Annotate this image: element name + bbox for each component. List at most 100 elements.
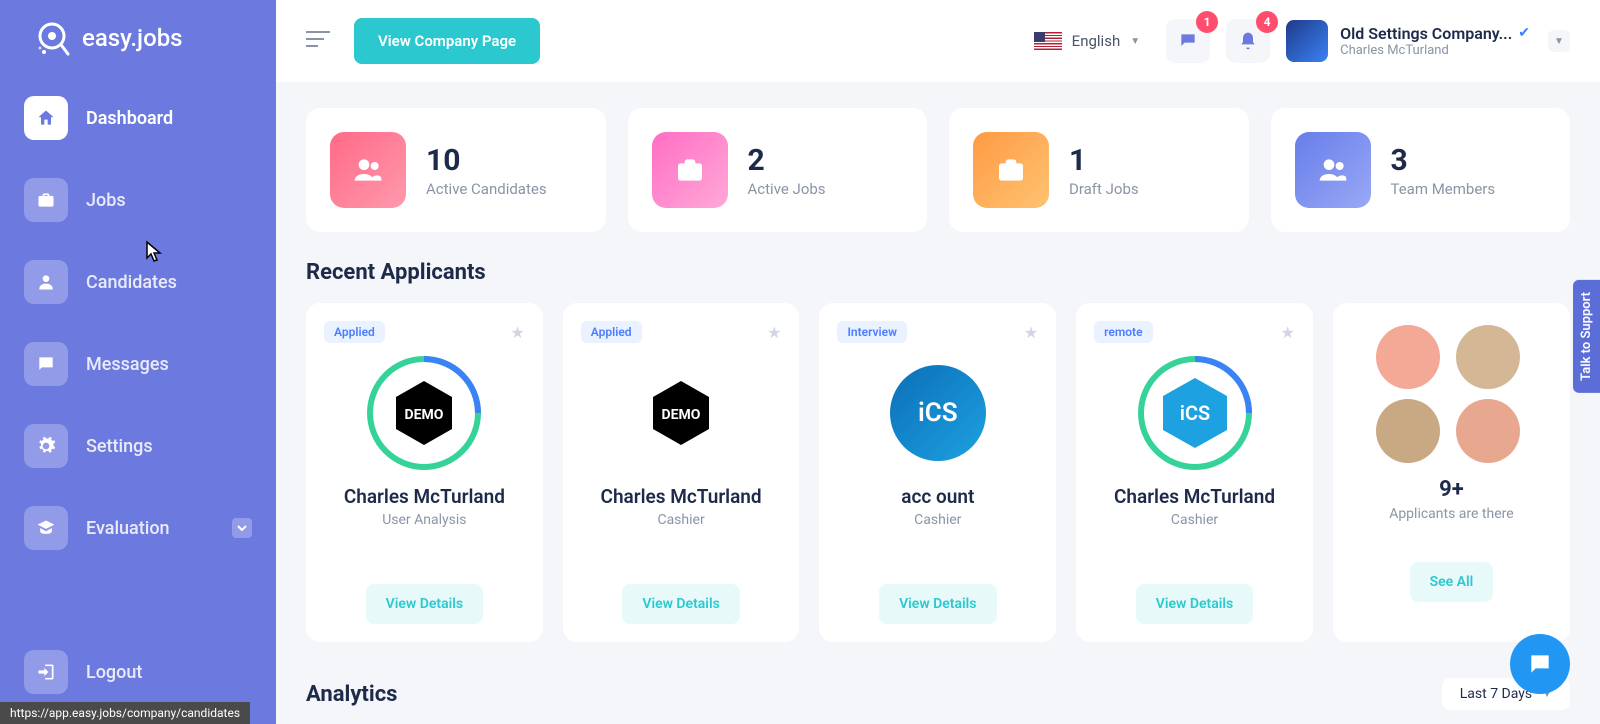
chat-bubble-icon [1527, 651, 1553, 677]
sidebar-item-jobs[interactable]: Jobs [24, 168, 252, 232]
applicant-card: Interview★ iCS acc ount Cashier View Det… [819, 303, 1056, 642]
svg-text:DEMO: DEMO [405, 407, 444, 423]
svg-text:DEMO: DEMO [662, 407, 701, 423]
applicant-card: remote★ iCS Charles McTurland Cashier Vi… [1076, 303, 1313, 642]
stat-value: 1 [1069, 143, 1139, 178]
applicant-role: Cashier [837, 512, 1038, 528]
sidebar-label: Settings [86, 436, 153, 457]
applicant-card: Applied★ DEMO Charles McTurland User Ana… [306, 303, 543, 642]
avatar-grid [1376, 325, 1526, 463]
sidebar-item-candidates[interactable]: Candidates [24, 250, 252, 314]
flag-icon [1034, 32, 1062, 50]
range-label: Last 7 Days [1460, 686, 1532, 702]
messages-badge: 1 [1196, 11, 1218, 33]
avatar: DEMO [366, 355, 482, 471]
status-badge: Applied [581, 321, 642, 343]
star-icon[interactable]: ★ [1281, 323, 1295, 342]
mini-avatar [1456, 325, 1520, 389]
chevron-down-icon [232, 518, 252, 538]
main: View Company Page English ▼ 1 4 Old Sett… [276, 0, 1600, 724]
sidebar-label: Jobs [86, 190, 126, 211]
chevron-down-icon: ▼ [1130, 36, 1140, 47]
analytics-title: Analytics [306, 682, 397, 707]
logo-text: easy.jobs [82, 24, 183, 52]
stat-label: Active Candidates [426, 180, 547, 198]
stats-row: 10 Active Candidates 2 Active Jobs 1 Draft … [306, 108, 1570, 232]
sidebar-item-logout[interactable]: Logout [24, 650, 142, 694]
notifications-badge: 4 [1256, 11, 1278, 33]
chat-widget[interactable] [1510, 634, 1570, 694]
avatar: DEMO [623, 355, 739, 471]
more-text: Applicants are there [1355, 506, 1548, 522]
menu-toggle[interactable] [306, 30, 330, 52]
support-tab[interactable]: Talk to Support [1573, 280, 1600, 393]
language-select[interactable]: English ▼ [1024, 26, 1150, 56]
content: 10 Active Candidates 2 Active Jobs 1 Draft … [276, 82, 1600, 724]
recent-applicants-title: Recent Applicants [306, 260, 1570, 285]
stat-team-members: 3 Team Members [1271, 108, 1571, 232]
logo[interactable]: easy.jobs [24, 20, 252, 56]
applicant-card: Applied★ DEMO Charles McTurland Cashier … [563, 303, 800, 642]
sidebar-item-messages[interactable]: Messages [24, 332, 252, 396]
chat-icon [24, 342, 68, 386]
view-company-button[interactable]: View Company Page [354, 18, 540, 64]
view-details-button[interactable]: View Details [366, 584, 483, 624]
star-icon[interactable]: ★ [510, 323, 524, 342]
stat-draft-jobs: 1 Draft Jobs [949, 108, 1249, 232]
avatar: iCS [1137, 355, 1253, 471]
star-icon[interactable]: ★ [767, 323, 781, 342]
sidebar-label: Dashboard [86, 108, 173, 129]
view-details-button[interactable]: View Details [879, 584, 996, 624]
sidebar: easy.jobs Dashboard Jobs Candidates Mess… [0, 0, 276, 724]
sidebar-item-settings[interactable]: Settings [24, 414, 252, 478]
svg-text:iCS: iCS [1179, 401, 1209, 425]
stat-label: Draft Jobs [1069, 180, 1139, 198]
applicant-role: Cashier [581, 512, 782, 528]
stat-active-candidates: 10 Active Candidates [306, 108, 606, 232]
mini-avatar [1456, 399, 1520, 463]
profile-menu[interactable]: Old Settings Company... ✔ Charles McTurl… [1286, 20, 1570, 62]
stat-value: 10 [426, 143, 547, 178]
sidebar-item-evaluation[interactable]: Evaluation [24, 496, 252, 560]
language-label: English [1072, 32, 1121, 50]
notifications-button[interactable]: 4 [1226, 19, 1270, 63]
see-all-button[interactable]: See All [1410, 562, 1494, 602]
briefcase-icon [973, 132, 1049, 208]
gear-icon [24, 424, 68, 468]
bell-icon [1238, 31, 1258, 51]
profile-info: Old Settings Company... ✔ Charles McTurl… [1340, 24, 1530, 59]
messages-button[interactable]: 1 [1166, 19, 1210, 63]
applicant-name: Charles McTurland [1094, 485, 1295, 508]
graduation-icon [24, 506, 68, 550]
team-icon [1295, 132, 1371, 208]
status-badge: Applied [324, 321, 385, 343]
url-tooltip: https://app.easy.jobs/company/candidates [0, 702, 250, 724]
briefcase-icon [24, 178, 68, 222]
avatar: iCS [880, 355, 996, 471]
stat-label: Team Members [1391, 180, 1496, 198]
sidebar-item-dashboard[interactable]: Dashboard [24, 86, 252, 150]
status-badge: remote [1094, 321, 1152, 343]
stat-label: Active Jobs [748, 180, 826, 198]
star-icon[interactable]: ★ [1024, 323, 1038, 342]
stat-value: 3 [1391, 143, 1496, 178]
company-avatar [1286, 20, 1328, 62]
stat-value: 2 [748, 143, 826, 178]
users-icon [330, 132, 406, 208]
topbar: View Company Page English ▼ 1 4 Old Sett… [276, 0, 1600, 82]
logout-icon [24, 650, 68, 694]
view-details-button[interactable]: View Details [1136, 584, 1253, 624]
mini-avatar [1376, 399, 1440, 463]
mini-avatar [1376, 325, 1440, 389]
applicants-row: Applied★ DEMO Charles McTurland User Ana… [306, 303, 1570, 642]
sidebar-label: Messages [86, 354, 169, 375]
applicant-name: Charles McTurland [581, 485, 782, 508]
sidebar-label: Evaluation [86, 518, 170, 539]
chat-icon [1178, 31, 1198, 51]
sidebar-label: Candidates [86, 272, 177, 293]
view-details-button[interactable]: View Details [622, 584, 739, 624]
hamburger-icon [306, 30, 330, 48]
briefcase-icon [652, 132, 728, 208]
user-name: Charles McTurland [1340, 43, 1530, 59]
company-name: Old Settings Company... [1340, 24, 1512, 43]
